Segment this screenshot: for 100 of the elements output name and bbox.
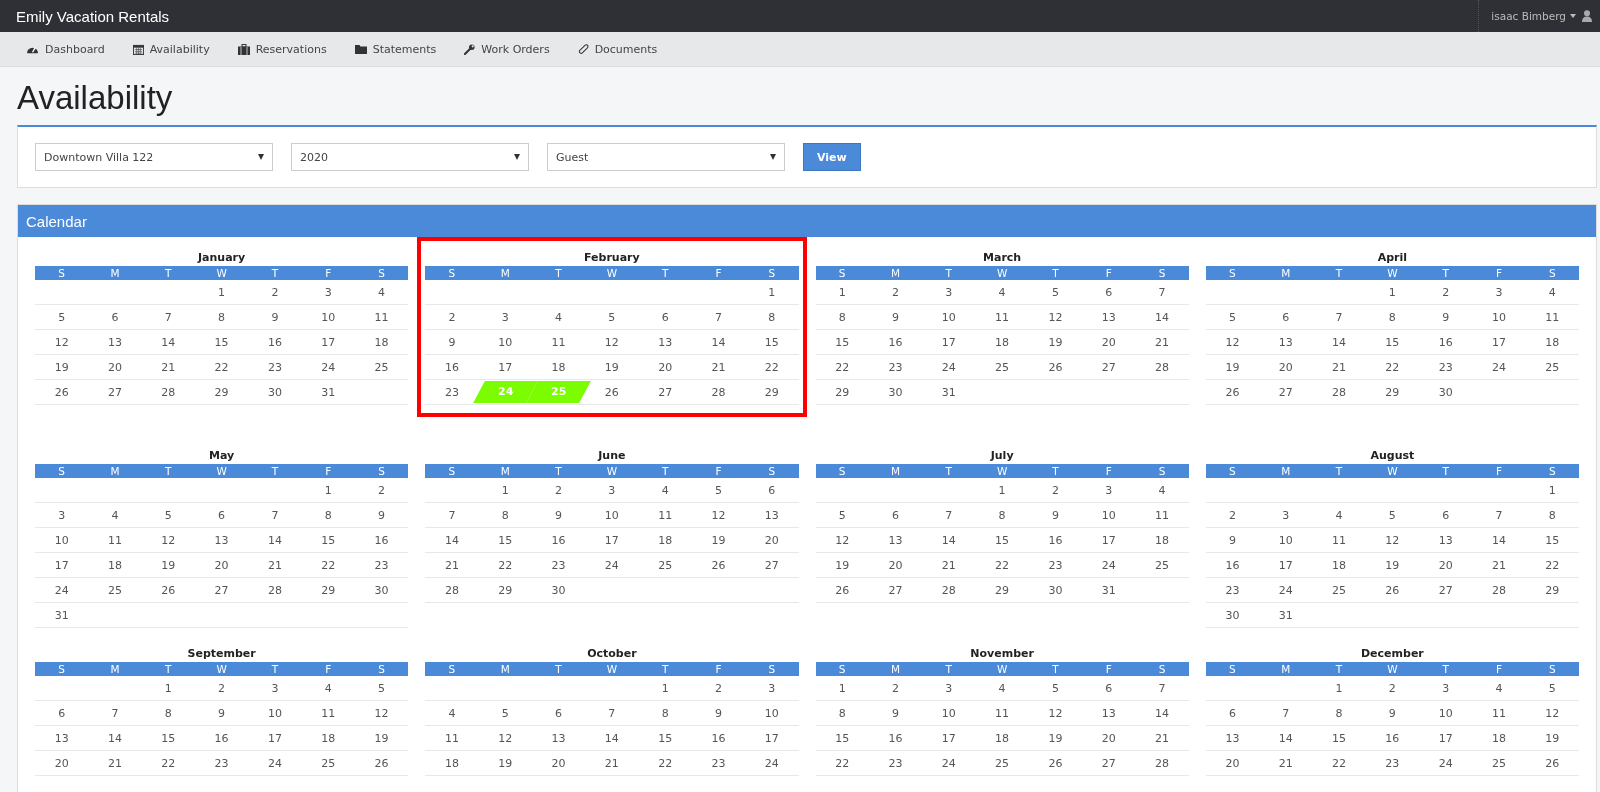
calendar-day: 28 (159, 385, 178, 399)
weekday-label: T (944, 662, 953, 676)
calendar-day: 8 (1333, 706, 1345, 720)
calendar-day: 1 (1386, 285, 1398, 299)
calendar-day: 1 (836, 285, 848, 299)
calendar-day: 18 (993, 731, 1012, 745)
calendar-day: 25 (372, 360, 391, 374)
calendar-day: 17 (602, 533, 621, 547)
calendar-day: 17 (1436, 731, 1455, 745)
weekday-label: T (660, 266, 670, 280)
app-title[interactable]: Emily Vacation Rentals (16, 7, 170, 25)
calendar-day: 28 (265, 583, 284, 597)
calendar-day: 17 (52, 558, 71, 572)
calendar-day: 3 (56, 508, 68, 522)
nav-tab[interactable]: Availability (130, 38, 212, 60)
calendar-day: 5 (1226, 310, 1238, 324)
weekday-label: T (270, 662, 280, 676)
calendar-day: 14 (1153, 706, 1172, 720)
nav-tab[interactable]: Statements (352, 38, 439, 60)
weekday-label: T (1334, 464, 1344, 478)
calendar-day: 6 (659, 310, 671, 324)
weekday-label: S (1157, 266, 1167, 280)
calendar-day: 25 (105, 583, 124, 597)
weekday-label: T (270, 266, 280, 280)
calendar-day: 30 (265, 385, 284, 399)
calendar-day: 27 (1099, 360, 1118, 374)
calendar-day: 28 (442, 583, 461, 597)
weekday-label: T (660, 464, 670, 478)
nav-tab[interactable]: Work Orders (462, 38, 552, 60)
calendar-day: 1 (216, 285, 228, 299)
nav-tab[interactable]: Documents (575, 38, 660, 60)
month-name: May (208, 448, 236, 464)
user-icon[interactable] (1582, 10, 1592, 22)
calendar-day: 27 (1099, 756, 1118, 770)
dropdown-field[interactable]: 2020 (291, 143, 529, 171)
calendar-day: 24 (265, 756, 284, 770)
calendar-day: 26 (1046, 360, 1065, 374)
weekday-label: S (377, 662, 386, 676)
calendar-day: 26 (372, 756, 391, 770)
calendar-day: 16 (886, 335, 905, 349)
calendar-day: 8 (162, 706, 174, 720)
month-name: August (1369, 448, 1416, 464)
calendar-day: 31 (1276, 608, 1295, 622)
calendar-day: 4 (446, 706, 458, 720)
calendar-day: 20 (1436, 558, 1455, 572)
weekday-label: S (57, 464, 66, 478)
calendar-day: 10 (1099, 508, 1118, 522)
dropdown-field[interactable]: Downtown Villa 122 (35, 143, 273, 171)
calendar-day: 11 (1490, 706, 1508, 720)
calendar-day: 14 (602, 731, 621, 745)
calendar-day: 4 (1493, 681, 1505, 695)
calendar-day: 15 (1383, 335, 1402, 349)
calendar-day: 3 (606, 483, 618, 497)
calendar-day: 9 (889, 706, 901, 720)
calendar-day: 29 (212, 385, 231, 399)
calendar-day: 21 (265, 558, 284, 572)
month-name: June (596, 448, 627, 464)
calendar-day: 17 (1276, 558, 1295, 572)
weekday-label: F (1495, 662, 1504, 676)
calendar-day: 14 (265, 533, 284, 547)
weekday-label: S (1548, 266, 1557, 280)
calendar-day: 23 (886, 756, 905, 770)
calendar-day: 29 (993, 583, 1012, 597)
calendar-day: 3 (499, 310, 511, 324)
calendar-day: 1 (659, 681, 671, 695)
calendar-day: 3 (943, 681, 955, 695)
calendar-day: 29 (833, 385, 852, 399)
calendar-day: 30 (549, 583, 568, 597)
calendar-day: 18 (1543, 335, 1562, 349)
calendar-day: 20 (105, 360, 124, 374)
nav-tab[interactable]: Dashboard (24, 38, 107, 60)
calendar-day: 12 (709, 508, 728, 522)
calendar-day: 16 (1046, 533, 1065, 547)
calendar-day: 23 (886, 360, 905, 374)
calendar-day: 19 (602, 360, 621, 374)
calendar-day: 10 (1436, 706, 1455, 720)
calendar-day: 26 (1046, 756, 1065, 770)
weekday-label: F (714, 266, 723, 280)
nav-tab[interactable]: Reservations (235, 38, 329, 60)
view-button[interactable]: View (803, 143, 861, 171)
month-name: September (186, 646, 257, 662)
calendar-day: 14 (105, 731, 124, 745)
weekday-label: S (377, 464, 386, 478)
weekday-label: T (164, 266, 173, 280)
calendar-day: 16 (372, 533, 391, 547)
calendar-day: 25 (1543, 360, 1562, 374)
calendar-day: 5 (56, 310, 68, 324)
calendar-day: 2 (216, 681, 228, 695)
calendar-day: 27 (212, 583, 231, 597)
weekday-label: M (1280, 464, 1292, 478)
calendar-day: 15 (656, 731, 675, 745)
dropdown-field[interactable]: Guest (547, 143, 785, 171)
calendar-day: 20 (549, 756, 568, 770)
month-name: April (1376, 250, 1409, 266)
calendar-day: 10 (939, 706, 958, 720)
calendar-day: 3 (766, 681, 778, 695)
calendar-day: 17 (939, 731, 958, 745)
briefcase-icon (237, 43, 250, 55)
calendar-day: 29 (762, 385, 781, 399)
calendar-day: 24 (1490, 360, 1508, 374)
